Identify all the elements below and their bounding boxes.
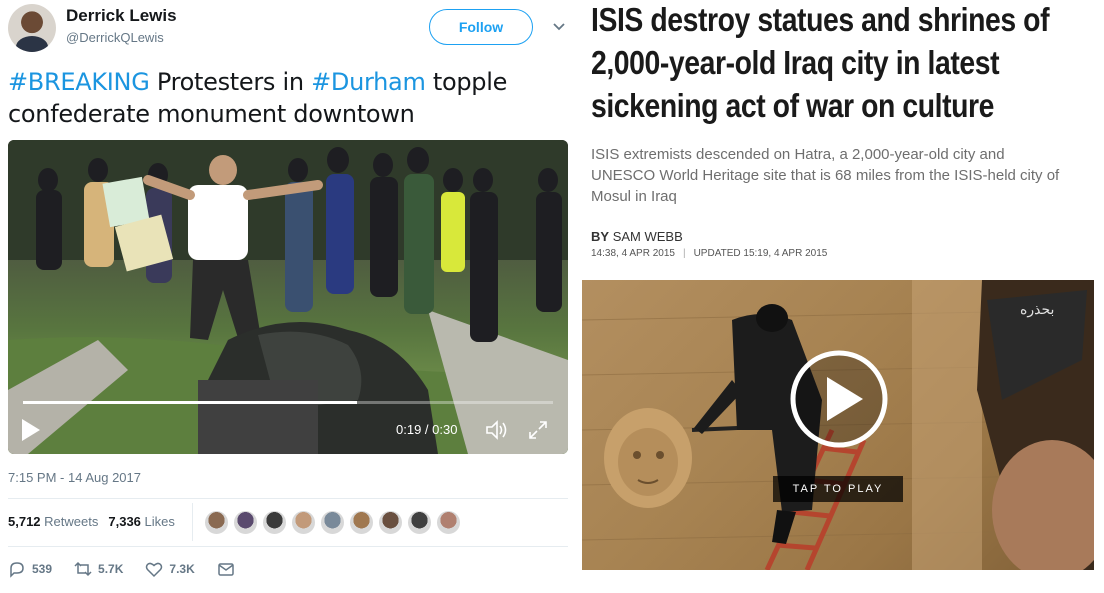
chevron-down-icon[interactable] (551, 18, 567, 34)
video-progress-fill (23, 401, 357, 404)
liker-avatar[interactable] (204, 510, 229, 535)
follow-button[interactable]: Follow (429, 9, 533, 45)
published-time: 14:38, 4 APR 2015 (591, 248, 675, 259)
retweet-action[interactable]: 5.7K (74, 560, 123, 578)
retweets-label: Retweets (44, 514, 99, 529)
liker-avatar[interactable] (436, 510, 461, 535)
like-count: 7.3K (169, 562, 195, 576)
likes-stat[interactable]: 7,336 Likes (108, 514, 175, 529)
tweet-card: Derrick Lewis @DerrickQLewis Follow #BRE… (0, 0, 580, 593)
liker-avatar[interactable] (378, 510, 403, 535)
liker-avatar[interactable] (349, 510, 374, 535)
play-icon[interactable] (789, 349, 889, 449)
tweet-video[interactable]: 0:19 / 0:30 (8, 140, 568, 454)
stats-separator (192, 503, 193, 541)
envelope-icon (218, 563, 234, 576)
retweets-stat[interactable]: 5,712 Retweets (8, 514, 98, 529)
retweets-count: 5,712 (8, 514, 41, 529)
retweet-count: 5.7K (98, 562, 124, 576)
liker-avatar[interactable] (291, 510, 316, 535)
tweet-timestamp[interactable]: 7:15 PM - 14 Aug 2017 (8, 470, 141, 485)
retweet-icon (74, 561, 92, 577)
like-action[interactable]: 7.3K (145, 560, 195, 578)
news-article: ISIS destroy statues and shrines of 2,00… (580, 0, 1104, 593)
byline: BY SAM WEBB (591, 229, 683, 244)
reply-count: 539 (32, 562, 53, 576)
byline-author[interactable]: SAM WEBB (613, 229, 683, 244)
avatar[interactable] (8, 4, 56, 52)
hashtag-link[interactable]: #Durham (311, 68, 426, 96)
reply-icon (10, 562, 24, 578)
dateline-separator: | (682, 248, 686, 259)
divider (8, 546, 568, 547)
video-progress-bar[interactable] (23, 401, 553, 404)
dateline: 14:38, 4 APR 2015 | UPDATED 15:19, 4 APR… (591, 248, 827, 259)
message-action[interactable] (217, 560, 235, 578)
tap-to-play-label[interactable]: TAP TO PLAY (773, 476, 903, 502)
byline-prefix: BY (591, 229, 610, 244)
fullscreen-icon[interactable] (527, 419, 549, 441)
tweet-text: #BREAKING Protesters in #Durham topple c… (8, 66, 568, 130)
likes-count: 7,336 (108, 514, 141, 529)
play-icon[interactable] (20, 417, 42, 443)
video-frame (8, 140, 568, 454)
tweet-stats: 5,712 Retweets 7,336 Likes (8, 514, 175, 529)
article-headline[interactable]: ISIS destroy statues and shrines of 2,00… (591, 0, 1098, 127)
author-handle[interactable]: @DerrickQLewis (66, 30, 164, 45)
author-name[interactable]: Derrick Lewis (66, 6, 177, 26)
tweet-text-segment: Protesters in (149, 68, 312, 96)
video-time: 0:19 / 0:30 (396, 422, 458, 437)
heart-icon (146, 562, 163, 578)
liker-avatar[interactable] (407, 510, 432, 535)
tweet-actions: 539 5.7K 7.3K (8, 560, 257, 578)
hashtag-link[interactable]: #BREAKING (8, 68, 150, 96)
article-standfirst: ISIS extremists descended on Hatra, a 2,… (591, 146, 1060, 205)
likes-label: Likes (144, 514, 175, 529)
updated-time: UPDATED 15:19, 4 APR 2015 (693, 248, 828, 259)
article-video[interactable]: بحذره TAP TO PLAY (582, 280, 1094, 570)
liker-avatar[interactable] (233, 510, 258, 535)
liker-avatar[interactable] (262, 510, 287, 535)
reply-action[interactable]: 539 (8, 560, 52, 578)
channel-watermark: بحذره (1020, 302, 1055, 318)
liker-avatars (204, 510, 461, 535)
volume-icon[interactable] (485, 419, 509, 441)
divider (8, 498, 568, 499)
liker-avatar[interactable] (320, 510, 345, 535)
